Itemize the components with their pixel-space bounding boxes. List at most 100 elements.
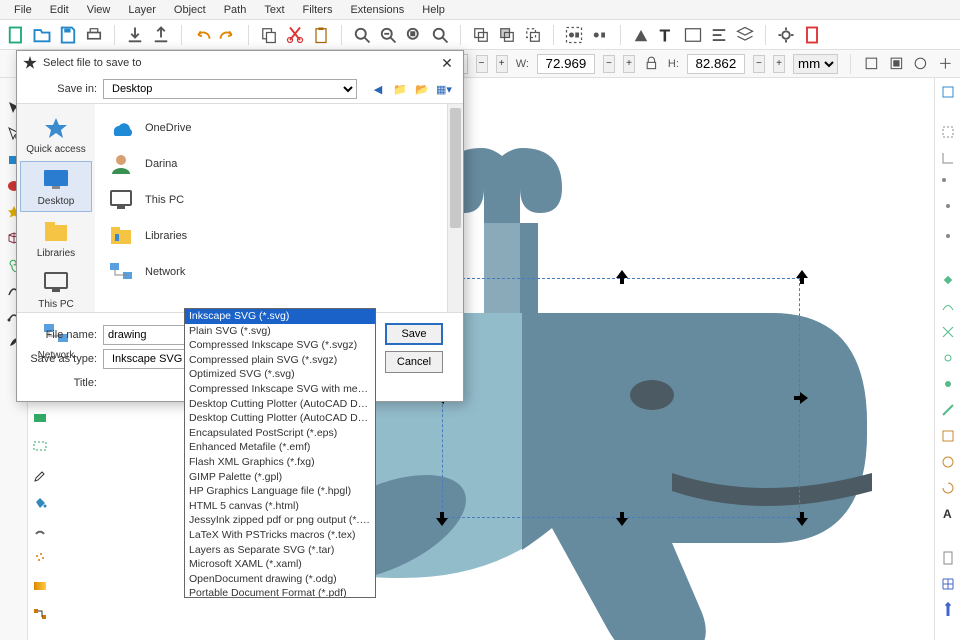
save-type-option[interactable]: Desktop Cutting Plotter (AutoCAD DXF R14… [185,411,375,426]
file-libraries[interactable]: Libraries [105,218,437,254]
text-icon[interactable]: T [657,25,677,45]
connector2-icon[interactable] [30,604,50,624]
rect-sample-icon[interactable] [30,408,50,428]
dialog-titlebar[interactable]: Select file to save to ✕ [17,51,463,75]
save-button[interactable]: Save [385,323,443,345]
paste-icon[interactable] [311,25,331,45]
snap-mid-icon[interactable] [938,200,958,220]
place-thispc[interactable]: This PC [20,265,92,314]
snap-grid-icon[interactable] [938,574,958,594]
save-type-option[interactable]: Flash XML Graphics (*.fxg) [185,455,375,470]
file-network[interactable]: Network [105,254,437,290]
snap-path-icon[interactable] [938,296,958,316]
lock-icon[interactable] [643,54,660,74]
dropper-tool-icon[interactable] [30,464,50,484]
snap-page-icon[interactable] [938,548,958,568]
snap-line-icon[interactable] [938,400,958,420]
newfolder-icon[interactable]: 📂 [413,80,431,98]
snap-text-icon[interactable]: A [938,504,958,524]
node-sample-icon[interactable] [30,436,50,456]
docprops-icon[interactable] [802,25,822,45]
viewmenu-icon[interactable]: ▦▾ [435,80,453,98]
zoom-in-icon[interactable] [352,25,372,45]
save-type-option[interactable]: Layers as Separate SVG (*.tar) [185,543,375,558]
save-type-option[interactable]: Compressed Inkscape SVG with media (*.zi… [185,382,375,397]
zoom-fit-icon[interactable] [378,25,398,45]
up-icon[interactable]: 📁 [391,80,409,98]
y-dec[interactable]: − [476,55,488,73]
save-type-option[interactable]: Optimized SVG (*.svg) [185,367,375,382]
duplicate-icon[interactable] [471,25,491,45]
save-type-option[interactable]: HTML 5 canvas (*.html) [185,499,375,514]
undo-icon[interactable] [192,25,212,45]
menu-path[interactable]: Path [216,2,255,18]
spray2-icon[interactable] [30,548,50,568]
save-type-option[interactable]: Compressed plain SVG (*.svgz) [185,353,375,368]
place-desktop[interactable]: Desktop [20,161,92,212]
new-icon[interactable] [6,25,26,45]
save-type-dropdown[interactable]: Inkscape SVG (*.svg)Plain SVG (*.svg)Com… [184,308,376,598]
snap-corner-icon[interactable] [938,174,958,194]
save-type-option[interactable]: OpenDocument drawing (*.odg) [185,572,375,587]
affect-2-icon[interactable] [888,54,905,74]
group-icon[interactable] [564,25,584,45]
redo-icon[interactable] [218,25,238,45]
save-type-option[interactable]: Compressed Inkscape SVG (*.svgz) [185,338,375,353]
gradient2-icon[interactable] [30,576,50,596]
menu-text[interactable]: Text [256,2,292,18]
open-icon[interactable] [32,25,52,45]
menu-file[interactable]: File [6,2,40,18]
save-icon[interactable] [58,25,78,45]
menu-view[interactable]: View [79,2,119,18]
copy-icon[interactable] [259,25,279,45]
zoom-sel-icon[interactable] [430,25,450,45]
fill-icon[interactable] [631,25,651,45]
snap-rot-icon[interactable] [938,478,958,498]
file-user[interactable]: Darina [105,146,437,182]
print-icon[interactable] [84,25,104,45]
export-icon[interactable] [151,25,171,45]
clone-icon[interactable] [497,25,517,45]
zoom-page-icon[interactable] [404,25,424,45]
affect-4-icon[interactable] [937,54,954,74]
filelist-scrollbar[interactable] [447,104,463,312]
prefs-icon[interactable] [776,25,796,45]
save-type-option[interactable]: Enhanced Metafile (*.emf) [185,440,375,455]
affect-1-icon[interactable] [863,54,880,74]
back-icon[interactable]: ◀ [369,80,387,98]
save-type-option[interactable]: LaTeX With PSTricks macros (*.tex) [185,528,375,543]
unit-select[interactable]: mm [793,54,838,74]
affect-3-icon[interactable] [912,54,929,74]
snap-smooth-icon[interactable] [938,374,958,394]
snap-edge-icon[interactable] [938,148,958,168]
save-type-option[interactable]: Desktop Cutting Plotter (AutoCAD DXF R12… [185,397,375,412]
unlink-icon[interactable] [523,25,543,45]
cancel-button[interactable]: Cancel [385,351,443,373]
snap-center-icon[interactable] [938,226,958,246]
place-quick[interactable]: Quick access [20,110,92,159]
h-inc[interactable]: + [773,55,785,73]
save-type-option[interactable]: Inkscape SVG (*.svg) [185,309,375,324]
bucket-tool-icon[interactable] [30,492,50,512]
menu-edit[interactable]: Edit [42,2,77,18]
menu-object[interactable]: Object [166,2,214,18]
snap-obj-icon[interactable] [938,452,958,472]
save-in-select[interactable]: Desktop [103,79,357,99]
snap-enable-icon[interactable] [938,82,958,102]
menu-help[interactable]: Help [414,2,453,18]
save-type-option[interactable]: Portable Document Format (*.pdf) [185,586,375,598]
h-dec[interactable]: − [753,55,765,73]
snap-node-icon[interactable] [938,270,958,290]
w-inc[interactable]: + [623,55,635,73]
save-type-option[interactable]: Encapsulated PostScript (*.eps) [185,426,375,441]
menu-layer[interactable]: Layer [120,2,164,18]
w-dec[interactable]: − [603,55,615,73]
menu-filters[interactable]: Filters [295,2,341,18]
ungroup-icon[interactable] [590,25,610,45]
save-type-option[interactable]: GIMP Palette (*.gpl) [185,470,375,485]
cut-icon[interactable] [285,25,305,45]
y-inc[interactable]: + [496,55,508,73]
save-type-option[interactable]: HP Graphics Language file (*.hpgl) [185,484,375,499]
snap-cusp-icon[interactable] [938,348,958,368]
layers-icon[interactable] [735,25,755,45]
